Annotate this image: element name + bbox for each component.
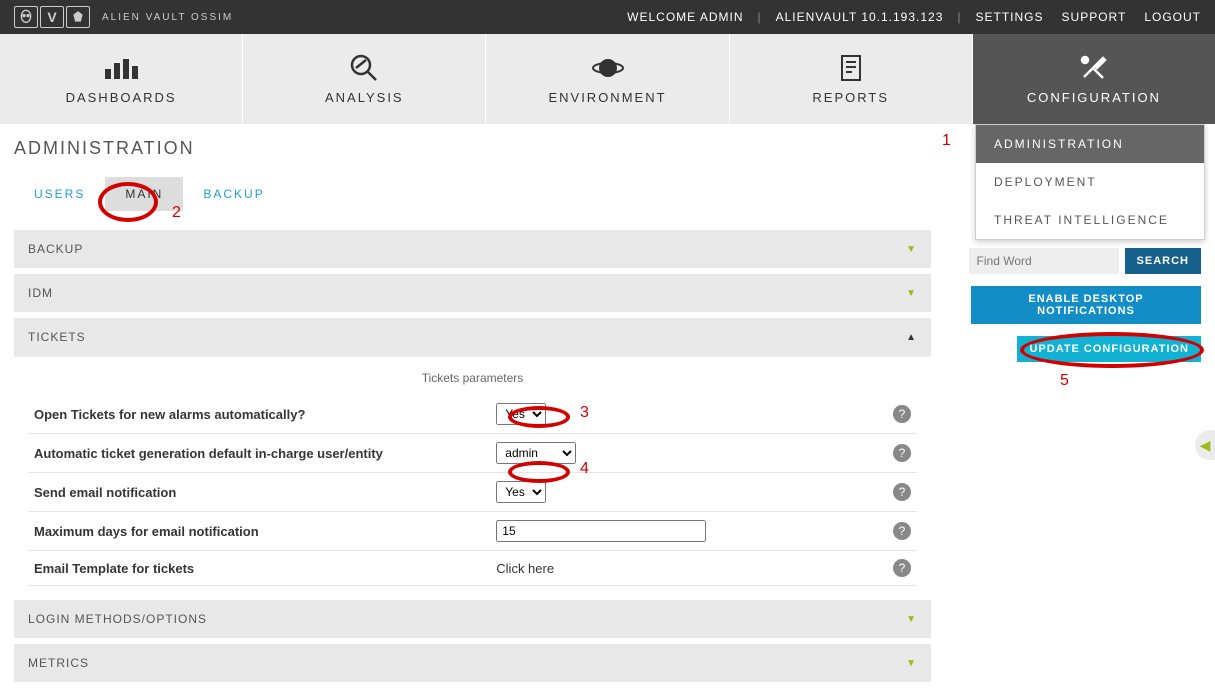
nav-label: DASHBOARDS xyxy=(66,90,177,105)
submenu-deployment[interactable]: DEPLOYMENT xyxy=(976,163,1204,201)
annotation-number-1: 1 xyxy=(942,132,951,150)
submenu-administration[interactable]: ADMINISTRATION xyxy=(976,125,1204,163)
nav-label: REPORTS xyxy=(812,90,889,105)
help-icon[interactable]: ? xyxy=(893,483,911,501)
brand-logo: V ALIEN VAULT OSSIM xyxy=(14,6,233,28)
top-bar-links: WELCOME ADMIN | ALIENVAULT 10.1.193.123 … xyxy=(627,10,1201,24)
brand-text: ALIEN VAULT OSSIM xyxy=(102,12,233,23)
search-button[interactable]: SEARCH xyxy=(1125,248,1201,274)
tickets-params-table: Open Tickets for new alarms automaticall… xyxy=(28,395,917,586)
caret-down-icon: ▼ xyxy=(906,288,917,299)
main-nav: DASHBOARDS ANALYSIS ENVIRONMENT REPORTS … xyxy=(0,34,1215,124)
configuration-submenu: ADMINISTRATION DEPLOYMENT THREAT INTELLI… xyxy=(975,124,1205,240)
submenu-threat-intelligence[interactable]: THREAT INTELLIGENCE xyxy=(976,201,1204,239)
accordion-title: METRICS xyxy=(28,656,89,670)
nav-reports[interactable]: REPORTS xyxy=(730,34,973,124)
tickets-section-title: Tickets parameters xyxy=(28,371,917,385)
update-configuration-button[interactable]: UPDATE CONFIGURATION xyxy=(1017,336,1201,362)
param-label: Send email notification xyxy=(28,473,490,512)
mask-icon xyxy=(66,6,90,28)
annotation-number-4: 4 xyxy=(580,460,589,478)
support-link[interactable]: SUPPORT xyxy=(1062,10,1127,24)
caret-down-icon: ▼ xyxy=(906,658,917,669)
param-label: Automatic ticket generation default in-c… xyxy=(28,434,490,473)
accordion-header-idm[interactable]: IDM ▼ xyxy=(14,274,931,312)
accordion-header-metrics[interactable]: METRICS ▼ xyxy=(14,644,931,682)
annotation-number-2: 2 xyxy=(172,204,181,222)
accordion-backup: BACKUP ▼ xyxy=(14,230,931,268)
page-title: ADMINISTRATION xyxy=(14,138,931,159)
caret-down-icon: ▼ xyxy=(906,244,917,255)
caret-down-icon: ▼ xyxy=(906,614,917,625)
send-email-select[interactable]: Yes No xyxy=(496,481,546,503)
accordion-title: TICKETS xyxy=(28,330,86,344)
open-tickets-select[interactable]: Yes No xyxy=(496,403,546,425)
accordion-login-methods: LOGIN METHODS/OPTIONS ▼ xyxy=(14,600,931,638)
param-label: Maximum days for email notification xyxy=(28,512,490,551)
help-icon[interactable]: ? xyxy=(893,522,911,540)
accordion-header-login-methods[interactable]: LOGIN METHODS/OPTIONS ▼ xyxy=(14,600,931,638)
subtab-backup[interactable]: BACKUP xyxy=(183,177,284,211)
annotation-number-3: 3 xyxy=(580,404,589,422)
v-icon: V xyxy=(40,6,64,28)
caret-up-icon: ▲ xyxy=(906,332,917,343)
nav-analysis[interactable]: ANALYSIS xyxy=(243,34,486,124)
nav-dashboards[interactable]: DASHBOARDS xyxy=(0,34,243,124)
search-row: SEARCH xyxy=(969,248,1201,274)
subtab-users[interactable]: USERS xyxy=(14,177,105,211)
accordion-header-backup[interactable]: BACKUP ▼ xyxy=(14,230,931,268)
accordion-title: IDM xyxy=(28,286,53,300)
search-input[interactable] xyxy=(969,248,1119,274)
annotation-number-5: 5 xyxy=(1060,372,1069,390)
nav-environment[interactable]: ENVIRONMENT xyxy=(486,34,729,124)
accordion-tickets: TICKETS ▲ Tickets parameters Open Ticket… xyxy=(14,318,931,594)
top-bar: V ALIEN VAULT OSSIM WELCOME ADMIN | ALIE… xyxy=(0,0,1215,34)
accordion-title: LOGIN METHODS/OPTIONS xyxy=(28,612,207,626)
welcome-link[interactable]: WELCOME ADMIN xyxy=(627,10,743,24)
accordion-body-tickets: Tickets parameters Open Tickets for new … xyxy=(14,356,931,594)
logout-link[interactable]: LOGOUT xyxy=(1144,10,1201,24)
alien-icon xyxy=(14,6,38,28)
accordion-header-tickets[interactable]: TICKETS ▲ xyxy=(14,318,931,356)
settings-link[interactable]: SETTINGS xyxy=(976,10,1044,24)
document-icon xyxy=(831,54,871,82)
help-icon[interactable]: ? xyxy=(893,444,911,462)
nav-label: ENVIRONMENT xyxy=(548,90,666,105)
max-days-input[interactable] xyxy=(496,520,706,542)
magnifier-icon xyxy=(344,54,384,82)
nav-configuration[interactable]: CONFIGURATION xyxy=(973,34,1215,124)
subtabs: USERS MAIN BACKUP xyxy=(14,177,931,212)
separator: | xyxy=(758,10,762,24)
auto-gen-user-select[interactable]: admin xyxy=(496,442,576,464)
separator: | xyxy=(957,10,961,24)
nav-label: CONFIGURATION xyxy=(1027,90,1161,105)
param-label: Email Template for tickets xyxy=(28,551,490,586)
planet-icon xyxy=(588,54,628,82)
help-icon[interactable]: ? xyxy=(893,405,911,423)
nav-label: ANALYSIS xyxy=(325,90,404,105)
param-label: Open Tickets for new alarms automaticall… xyxy=(28,395,490,434)
host-link[interactable]: ALIENVAULT 10.1.193.123 xyxy=(776,10,944,24)
bar-chart-icon xyxy=(101,54,141,82)
accordion-title: BACKUP xyxy=(28,242,83,256)
accordion-metrics: METRICS ▼ xyxy=(14,644,931,682)
help-icon[interactable]: ? xyxy=(893,559,911,577)
enable-notifications-button[interactable]: ENABLE DESKTOP NOTIFICATIONS xyxy=(971,286,1201,324)
tools-icon xyxy=(1074,54,1114,82)
accordion-idm: IDM ▼ xyxy=(14,274,931,312)
email-template-link[interactable]: Click here xyxy=(496,561,554,576)
